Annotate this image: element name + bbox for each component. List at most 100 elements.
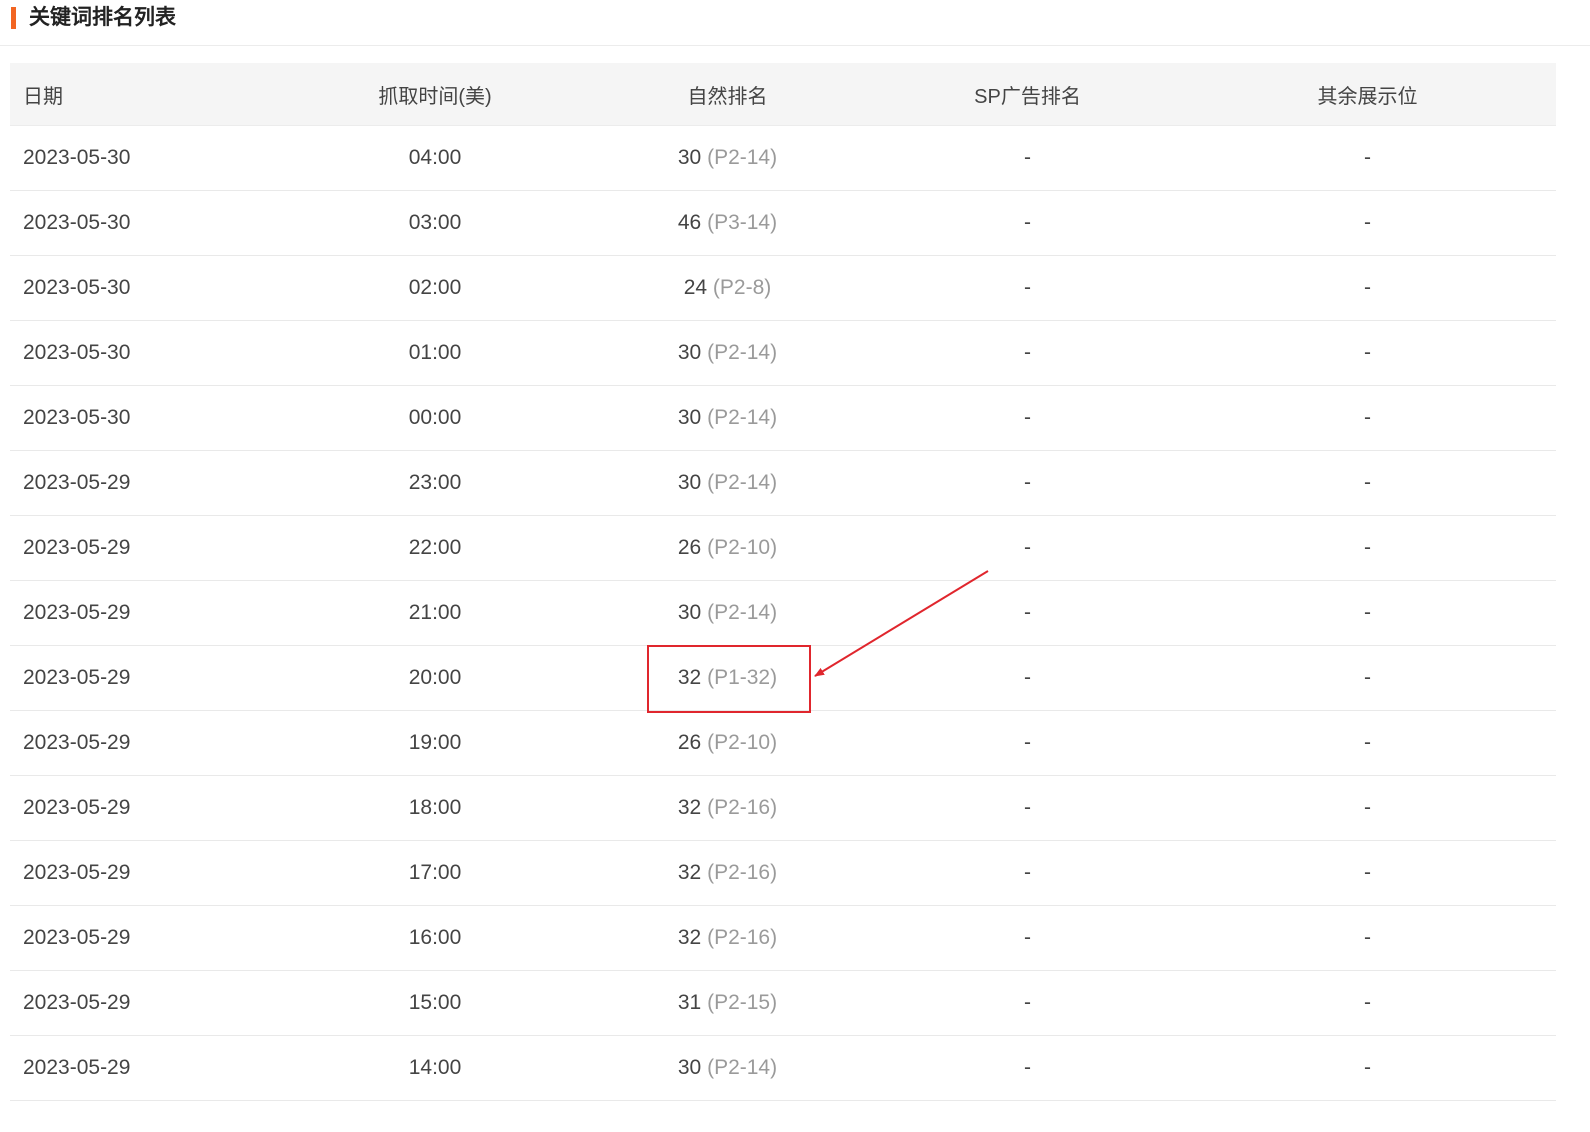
- cell-fetch-time: 15:00: [408, 991, 462, 1014]
- cell-date: 2023-05-30: [23, 211, 131, 234]
- rank-number: 32: [677, 796, 702, 819]
- cell-other-placements: -: [1364, 926, 1371, 949]
- rank-number: 31: [677, 991, 702, 1014]
- title-accent-bar: [11, 7, 16, 29]
- cell-fetch-time: 16:00: [408, 926, 462, 949]
- table-row: 2023-05-29 14:00 30 (P2-14) - -: [10, 1036, 1556, 1101]
- cell-other-placements: -: [1364, 406, 1371, 429]
- column-header-date[interactable]: 日期: [10, 80, 280, 109]
- highlight-annotation-box: [647, 645, 811, 713]
- rank-position: (P2-16): [707, 796, 778, 819]
- rank-position: (P2-10): [707, 731, 778, 754]
- cell-organic-rank: 26 (P2-10): [590, 731, 865, 755]
- rank-number: 30: [677, 471, 702, 494]
- cell-organic-rank: 30 (P2-14): [590, 471, 865, 495]
- cell-sp-ad-rank: -: [1024, 861, 1031, 884]
- table-row: 2023-05-30 00:00 30 (P2-14) - -: [10, 386, 1556, 451]
- table-row: 2023-05-29 19:00 26 (P2-10) - -: [10, 711, 1556, 776]
- cell-fetch-time: 00:00: [408, 406, 462, 429]
- table-row: 2023-05-29 15:00 31 (P2-15) - -: [10, 971, 1556, 1036]
- cell-sp-ad-rank: -: [1024, 1056, 1031, 1079]
- rank-number: 26: [677, 731, 702, 754]
- column-header-organic-rank[interactable]: 自然排名: [590, 80, 865, 109]
- rank-number: 32: [677, 861, 702, 884]
- cell-sp-ad-rank: -: [1024, 926, 1031, 949]
- cell-other-placements: -: [1364, 601, 1371, 624]
- table-row: 2023-05-29 17:00 32 (P2-16) - -: [10, 841, 1556, 906]
- rank-number: 26: [677, 536, 702, 559]
- cell-organic-rank: 24 (P2-8): [590, 276, 865, 300]
- cell-date: 2023-05-30: [23, 146, 131, 169]
- cell-sp-ad-rank: -: [1024, 991, 1031, 1014]
- table-row: 2023-05-29 22:00 26 (P2-10) - -: [10, 516, 1556, 581]
- cell-organic-rank: 31 (P2-15): [590, 991, 865, 1015]
- cell-sp-ad-rank: -: [1024, 406, 1031, 429]
- cell-fetch-time: 18:00: [408, 796, 462, 819]
- rank-number: 30: [677, 341, 702, 364]
- cell-other-placements: -: [1364, 211, 1371, 234]
- rank-position: (P3-14): [707, 211, 778, 234]
- cell-other-placements: -: [1364, 471, 1371, 494]
- cell-organic-rank: 46 (P3-14): [590, 211, 865, 235]
- cell-date: 2023-05-29: [23, 666, 131, 689]
- cell-organic-rank: 30 (P2-14): [590, 1056, 865, 1080]
- cell-date: 2023-05-29: [23, 926, 131, 949]
- cell-date: 2023-05-29: [23, 731, 131, 754]
- cell-sp-ad-rank: -: [1024, 601, 1031, 624]
- cell-other-placements: -: [1364, 731, 1371, 754]
- table-header: 日期 抓取时间(美) 自然排名 SP广告排名 其余展示位: [10, 63, 1556, 126]
- cell-sp-ad-rank: -: [1024, 146, 1031, 169]
- cell-fetch-time: 01:00: [408, 341, 462, 364]
- section-header: 关键词排名列表: [0, 0, 1590, 46]
- cell-date: 2023-05-30: [23, 341, 131, 364]
- section-title: 关键词排名列表: [29, 6, 176, 29]
- rank-number: 30: [677, 406, 702, 429]
- column-header-fetch-time[interactable]: 抓取时间(美): [280, 80, 590, 109]
- cell-date: 2023-05-30: [23, 406, 131, 429]
- rank-position: (P2-15): [707, 991, 778, 1014]
- table-row: 2023-05-30 03:00 46 (P3-14) - -: [10, 191, 1556, 256]
- cell-fetch-time: 19:00: [408, 731, 462, 754]
- cell-sp-ad-rank: -: [1024, 536, 1031, 559]
- cell-other-placements: -: [1364, 666, 1371, 689]
- table-row: 2023-05-30 01:00 30 (P2-14) - -: [10, 321, 1556, 386]
- rank-position: (P2-16): [707, 861, 778, 884]
- cell-other-placements: -: [1364, 861, 1371, 884]
- rank-number: 32: [677, 926, 702, 949]
- cell-other-placements: -: [1364, 146, 1371, 169]
- rank-position: (P2-14): [707, 1056, 778, 1079]
- cell-organic-rank: 30 (P2-14): [590, 601, 865, 625]
- column-header-sp-ad-rank[interactable]: SP广告排名: [865, 80, 1190, 109]
- cell-other-placements: -: [1364, 276, 1371, 299]
- cell-organic-rank: 30 (P2-14): [590, 146, 865, 170]
- cell-sp-ad-rank: -: [1024, 276, 1031, 299]
- rank-position: (P2-14): [707, 601, 778, 624]
- cell-other-placements: -: [1364, 991, 1371, 1014]
- rank-position: (P2-10): [707, 536, 778, 559]
- rank-position: (P2-8): [712, 276, 772, 299]
- cell-organic-rank: 30 (P2-14): [590, 341, 865, 365]
- table-row: 2023-05-30 04:00 30 (P2-14) - -: [10, 126, 1556, 191]
- rank-position: (P2-16): [707, 926, 778, 949]
- cell-organic-rank: 26 (P2-10): [590, 536, 865, 560]
- rank-position: (P2-14): [707, 341, 778, 364]
- cell-date: 2023-05-29: [23, 536, 131, 559]
- table-row: 2023-05-29 23:00 30 (P2-14) - -: [10, 451, 1556, 516]
- cell-fetch-time: 17:00: [408, 861, 462, 884]
- cell-fetch-time: 02:00: [408, 276, 462, 299]
- rank-number: 30: [677, 601, 702, 624]
- table-row: 2023-05-29 18:00 32 (P2-16) - -: [10, 776, 1556, 841]
- rank-number: 30: [677, 146, 702, 169]
- rank-number: 30: [677, 1056, 702, 1079]
- cell-fetch-time: 20:00: [408, 666, 462, 689]
- cell-fetch-time: 22:00: [408, 536, 462, 559]
- cell-sp-ad-rank: -: [1024, 731, 1031, 754]
- table-row: 2023-05-30 02:00 24 (P2-8) - -: [10, 256, 1556, 321]
- cell-date: 2023-05-29: [23, 601, 131, 624]
- cell-organic-rank: 32 (P2-16): [590, 861, 865, 885]
- table-row: 2023-05-29 16:00 32 (P2-16) - -: [10, 906, 1556, 971]
- rank-number: 46: [677, 211, 702, 234]
- cell-date: 2023-05-29: [23, 991, 131, 1014]
- column-header-other-placements[interactable]: 其余展示位: [1190, 80, 1545, 109]
- cell-organic-rank: 32 (P2-16): [590, 796, 865, 820]
